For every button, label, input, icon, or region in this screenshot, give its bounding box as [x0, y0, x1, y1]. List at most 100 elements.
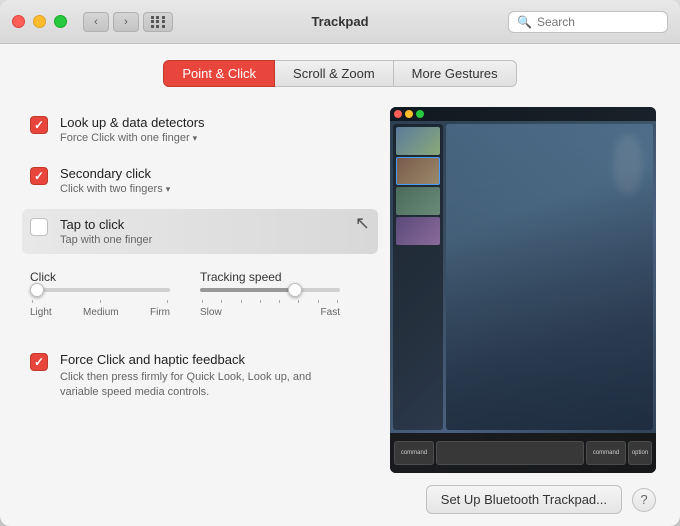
traffic-lights	[12, 15, 67, 28]
click-min-label: Light	[30, 307, 52, 318]
secondary-click-subtitle: Click with two fingers ▾	[60, 183, 170, 195]
preview-keyboard: command command option	[390, 433, 656, 473]
preview-key-option: option	[628, 441, 652, 465]
secondary-click-checkbox-wrapper: ✓	[30, 167, 48, 185]
tracking-slider-container	[200, 288, 340, 292]
preview-key-label-2: command	[593, 450, 619, 456]
help-button[interactable]: ?	[632, 488, 656, 512]
force-click-title: Force Click and haptic feedback	[60, 352, 340, 367]
title-bar: ‹ › Trackpad 🔍	[0, 0, 680, 44]
preview-thumb-2	[396, 157, 440, 185]
preview-menubar	[390, 107, 656, 121]
tracking-min-label: Slow	[200, 307, 222, 318]
tracking-slider-group: Tracking speed	[200, 270, 340, 318]
preview-image: command command option	[390, 107, 656, 473]
forward-button[interactable]: ›	[113, 12, 139, 32]
tracking-slider-track	[200, 288, 340, 292]
click-slider-track	[30, 288, 170, 292]
tap-to-click-subtitle: Tap with one finger	[60, 234, 152, 246]
back-button[interactable]: ‹	[83, 12, 109, 32]
tap-to-click-title: Tap to click	[60, 217, 152, 232]
minimize-button[interactable]	[33, 15, 46, 28]
content-area: Point & Click Scroll & Zoom More Gesture…	[0, 44, 680, 526]
tap-to-click-text: Tap to click Tap with one finger	[60, 217, 152, 246]
close-button[interactable]	[12, 15, 25, 28]
look-up-title: Look up & data detectors	[60, 115, 205, 130]
preview-tl-min	[405, 110, 413, 118]
preview-thumb-3	[396, 187, 440, 215]
tracking-tick-marks	[200, 300, 340, 303]
tab-more-gestures[interactable]: More Gestures	[394, 60, 517, 87]
secondary-click-title: Secondary click	[60, 166, 170, 181]
look-up-checkbox-wrapper: ✓	[30, 116, 48, 134]
tap-to-click-setting: Tap to click Tap with one finger ↖	[22, 209, 378, 254]
tap-to-click-checkbox[interactable]	[30, 218, 48, 236]
tracking-slider-label: Tracking speed	[200, 270, 340, 284]
preview-sidebar	[393, 124, 443, 430]
checkmark-icon: ✓	[34, 118, 44, 132]
main-window: ‹ › Trackpad 🔍 Point & Click Scroll & Zo…	[0, 0, 680, 526]
tracking-slider-fill	[200, 288, 298, 292]
look-up-subtitle: Force Click with one finger ▾	[60, 132, 205, 144]
preview-key-label-3: option	[632, 450, 648, 456]
secondary-click-setting: ✓ Secondary click Click with two fingers…	[30, 158, 370, 203]
grid-icon	[151, 16, 166, 28]
cursor-icon: ↖	[355, 213, 370, 234]
grid-view-button[interactable]	[143, 12, 173, 32]
force-click-description: Click then press firmly for Quick Look, …	[60, 370, 340, 401]
click-max-label: Firm	[150, 307, 170, 318]
secondary-click-checkbox[interactable]: ✓	[30, 167, 48, 185]
tracking-slider-labels: Slow Fast	[200, 307, 340, 318]
preview-content	[390, 121, 656, 433]
secondary-click-text: Secondary click Click with two fingers ▾	[60, 166, 170, 195]
click-slider-labels: Light Medium Firm	[30, 307, 170, 318]
force-click-text: Force Click and haptic feedback Click th…	[60, 352, 340, 401]
preview-panel: command command option	[390, 107, 656, 473]
preview-key-command-left: command	[394, 441, 434, 465]
main-area: ✓ Look up & data detectors Force Click w…	[0, 107, 680, 473]
tab-scroll-zoom[interactable]: Scroll & Zoom	[275, 60, 394, 87]
chevron-down-icon: ▾	[193, 133, 198, 144]
click-slider-thumb[interactable]	[30, 283, 44, 297]
preview-gradient	[446, 124, 653, 430]
tab-bar: Point & Click Scroll & Zoom More Gesture…	[0, 60, 680, 87]
setup-bluetooth-button[interactable]: Set Up Bluetooth Trackpad...	[426, 485, 622, 514]
tracking-max-label: Fast	[321, 307, 340, 318]
settings-panel: ✓ Look up & data detectors Force Click w…	[30, 107, 370, 473]
preview-background: command command option	[390, 107, 656, 473]
preview-thumb-4	[396, 217, 440, 245]
search-icon: 🔍	[517, 15, 532, 29]
preview-tl-close	[394, 110, 402, 118]
two-sliders: Click Light Medium	[30, 270, 370, 318]
look-up-text: Look up & data detectors Force Click wit…	[60, 115, 205, 144]
preview-main-photo	[446, 124, 653, 430]
preview-key-space	[436, 441, 584, 465]
preview-key-command-right: command	[586, 441, 626, 465]
search-box[interactable]: 🔍	[508, 11, 668, 33]
click-slider-container	[30, 288, 170, 292]
look-up-checkbox[interactable]: ✓	[30, 116, 48, 134]
click-slider-group: Click Light Medium	[30, 270, 170, 318]
maximize-button[interactable]	[54, 15, 67, 28]
window-title: Trackpad	[311, 14, 368, 29]
preview-thumb-1	[396, 127, 440, 155]
search-input[interactable]	[537, 15, 659, 29]
checkmark-icon: ✓	[34, 355, 44, 369]
click-mid-label: Medium	[83, 307, 119, 318]
look-up-setting: ✓ Look up & data detectors Force Click w…	[30, 107, 370, 152]
sliders-section: Click Light Medium	[30, 270, 370, 334]
click-slider-label: Click	[30, 270, 170, 284]
force-click-setting: ✓ Force Click and haptic feedback Click …	[30, 344, 370, 409]
bottom-bar: Set Up Bluetooth Trackpad... ?	[0, 473, 680, 526]
nav-buttons: ‹ ›	[83, 12, 139, 32]
tab-point-click[interactable]: Point & Click	[163, 60, 275, 87]
preview-tl-max	[416, 110, 424, 118]
tap-to-click-checkbox-wrapper	[30, 218, 48, 236]
chevron-down-icon: ▾	[166, 184, 171, 195]
checkmark-icon: ✓	[34, 169, 44, 183]
click-tick-marks	[30, 300, 170, 303]
force-click-checkbox-wrapper: ✓	[30, 353, 48, 371]
tracking-slider-thumb[interactable]	[288, 283, 302, 297]
force-click-checkbox[interactable]: ✓	[30, 353, 48, 371]
preview-key-label: command	[401, 450, 427, 456]
